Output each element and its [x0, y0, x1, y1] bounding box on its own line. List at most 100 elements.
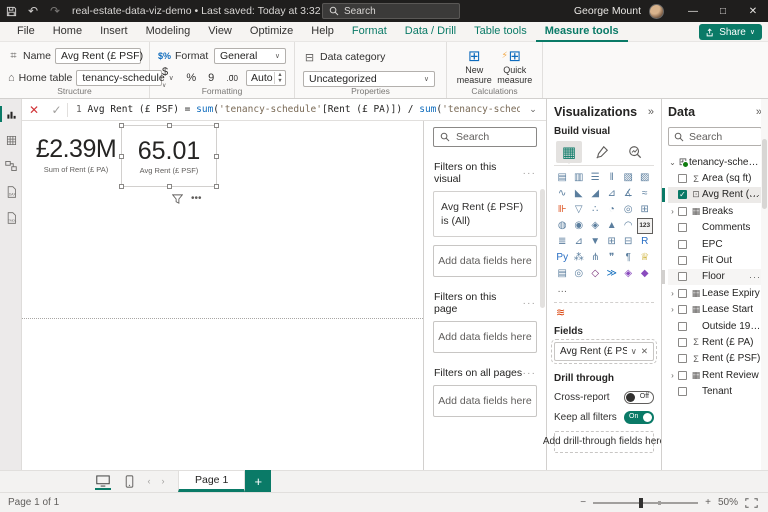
expand-formula-bar-icon[interactable]: ⌄ — [520, 104, 546, 115]
fit-to-page-icon[interactable] — [745, 497, 758, 508]
resize-handle[interactable] — [119, 184, 124, 189]
minimize-button[interactable]: — — [678, 0, 708, 22]
page-tab-page1[interactable]: Page 1 — [178, 470, 246, 492]
maximize-button[interactable]: □ — [708, 0, 738, 22]
map-icon[interactable]: ◍ — [554, 218, 571, 234]
custom-visual-stacked-icon[interactable]: ≋ — [554, 306, 654, 319]
field-row-lease-expiry[interactable]: › ▦ Lease Expiry — [668, 285, 762, 301]
matrix-icon[interactable]: ⊟ — [620, 234, 637, 250]
ribbon-tab-insert[interactable]: Insert — [91, 22, 137, 42]
spinner-arrows-icon[interactable]: ▲ ▼ — [274, 72, 285, 84]
next-page-arrow-icon[interactable]: › — [156, 470, 170, 492]
format-select[interactable]: General ∨ — [214, 48, 286, 64]
fields-well-avg-rent[interactable]: Avg Rent (£ PSF) ∨ ✕ — [551, 338, 657, 364]
field-checkbox[interactable]: ✓ — [678, 190, 687, 200]
ribbon-tab-measure-tools[interactable]: Measure tools — [535, 22, 628, 42]
cancel-formula-icon[interactable]: ✕ — [22, 103, 46, 117]
field-row-area-sq-ft[interactable]: Σ Area (sq ft) — [668, 170, 762, 186]
analytics-tab[interactable] — [622, 141, 648, 163]
decimal-places-button[interactable]: .0⃗0 — [222, 74, 242, 83]
clustered-column-chart-icon[interactable]: ‖ — [604, 170, 621, 186]
power-automate-icon[interactable]: ≫ — [604, 266, 621, 282]
field-checkbox[interactable] — [678, 272, 687, 282]
kpi-icon[interactable]: ⊿ — [571, 234, 588, 250]
field-row-lease-start[interactable]: › ▦ Lease Start — [668, 302, 762, 318]
r-script-visual-icon[interactable]: R — [637, 234, 654, 250]
ribbon-tab-table-tools[interactable]: Table tools — [465, 22, 536, 42]
card-visual-sum-rent[interactable]: £2.39M Sum of Rent (£ PA) — [32, 135, 120, 174]
resize-handle[interactable] — [167, 184, 172, 189]
data-pane-scrollbar[interactable] — [761, 99, 768, 470]
qna-icon[interactable]: ❞ — [604, 250, 621, 266]
field-row-comments[interactable]: Comments — [668, 220, 762, 236]
section-more-options-icon[interactable]: ··· — [523, 167, 537, 179]
shape-map-icon[interactable]: ◈ — [587, 218, 604, 234]
get-more-visuals-icon[interactable]: … — [554, 282, 571, 298]
field-more-options-icon[interactable]: ··· — [749, 272, 761, 282]
undo-icon[interactable]: ↶ — [22, 0, 44, 22]
chevron-right-icon[interactable]: › — [668, 289, 677, 298]
add-data-fields-dropzone[interactable]: Add data fields here — [433, 385, 537, 417]
field-row-fit-out[interactable]: Fit Out — [668, 252, 762, 268]
resize-handle[interactable] — [214, 184, 219, 189]
card-icon[interactable]: 123 — [636, 218, 653, 234]
collapse-pane-icon[interactable]: » — [648, 106, 654, 118]
field-checkbox[interactable] — [678, 370, 687, 380]
add-data-fields-dropzone[interactable]: Add data fields here — [433, 245, 537, 277]
field-checkbox[interactable] — [678, 256, 687, 266]
ribbon-tab-file[interactable]: File — [8, 22, 44, 42]
resize-handle[interactable] — [167, 123, 172, 128]
zoom-out-button[interactable]: − — [580, 497, 586, 508]
dax-formula-input[interactable]: 1 Avg Rent (£ PSF) = sum('tenancy-schedu… — [68, 104, 520, 115]
key-influencers-icon[interactable]: ⁂ — [571, 250, 588, 266]
field-checkbox[interactable] — [678, 174, 687, 184]
100-stacked-column-chart-icon[interactable]: ▨ — [637, 170, 654, 186]
add-data-fields-dropzone[interactable]: Add data fields here — [433, 321, 537, 353]
field-more-options-icon[interactable]: ··· — [749, 190, 761, 200]
tmdl-view-button[interactable]: TMDL — [0, 208, 22, 228]
redo-icon[interactable]: ↷ — [44, 0, 66, 22]
data-category-select[interactable]: Uncategorized ∨ — [303, 71, 435, 87]
ribbon-tab-view[interactable]: View — [199, 22, 241, 42]
model-view-button[interactable] — [0, 156, 22, 176]
arcgis-map-icon[interactable]: ◎ — [571, 266, 588, 282]
add-drill-through-dropzone[interactable]: Add drill-through fields here — [543, 430, 665, 453]
previous-page-arrow-icon[interactable]: ‹ — [142, 470, 156, 492]
section-more-options-icon[interactable]: ··· — [523, 297, 537, 309]
table-view-button[interactable] — [0, 130, 22, 150]
commit-formula-icon[interactable]: ✓ — [46, 102, 68, 117]
funnel-chart-icon[interactable]: ▽ — [571, 202, 588, 218]
donut-chart-icon[interactable]: ◎ — [620, 202, 637, 218]
chevron-down-icon[interactable]: ∨ — [631, 346, 637, 357]
field-checkbox[interactable] — [678, 288, 687, 298]
paginated-report-icon[interactable]: ▤ — [554, 266, 571, 282]
field-row-breaks[interactable]: › ▦ Breaks — [668, 203, 762, 219]
treemap-icon[interactable]: ⊞ — [637, 202, 654, 218]
resize-handle[interactable] — [119, 123, 124, 128]
mobile-layout-button[interactable] — [116, 470, 142, 492]
filter-funnel-icon[interactable] — [172, 193, 183, 204]
format-visual-tab[interactable] — [589, 141, 615, 163]
field-checkbox[interactable] — [678, 305, 687, 315]
line-chart-icon[interactable]: ∿ — [554, 186, 571, 202]
field-checkbox[interactable] — [678, 206, 687, 216]
field-row-avg-rent[interactable]: ✓ ⊡ Avg Rent (£ ... ··· — [662, 186, 762, 204]
chevron-expanded-icon[interactable]: ⌄ — [668, 158, 677, 167]
filters-search-input[interactable]: Search — [433, 127, 537, 147]
azure-map-icon[interactable]: ▲ — [604, 218, 621, 234]
keep-all-filters-toggle[interactable]: On — [624, 410, 654, 424]
slicer-icon[interactable]: ▼ — [587, 234, 604, 250]
chevron-right-icon[interactable]: › — [668, 371, 677, 380]
card-visual-avg-rent-selected[interactable]: 65.01 Avg Rent (£ PSF) — [119, 123, 219, 189]
ribbon-tab-optimize[interactable]: Optimize — [241, 22, 302, 42]
desktop-layout-button[interactable] — [90, 470, 116, 492]
field-row-rent-review[interactable]: › ▦ Rent Review — [668, 367, 762, 383]
field-checkbox[interactable] — [678, 337, 687, 347]
python-visual-icon[interactable]: Py — [554, 250, 571, 266]
report-canvas[interactable]: £2.39M Sum of Rent (£ PA) 65.01 Avg Rent… — [22, 121, 423, 470]
field-row-rent-psf[interactable]: Σ Rent (£ PSF) — [668, 351, 762, 367]
cross-report-toggle[interactable]: Off — [624, 390, 654, 404]
custom-visual-2-icon[interactable]: ◆ — [637, 266, 654, 282]
line-and-stacked-column-chart-icon[interactable]: ⊿ — [604, 186, 621, 202]
thousands-separator-button[interactable]: 9 — [204, 72, 218, 84]
